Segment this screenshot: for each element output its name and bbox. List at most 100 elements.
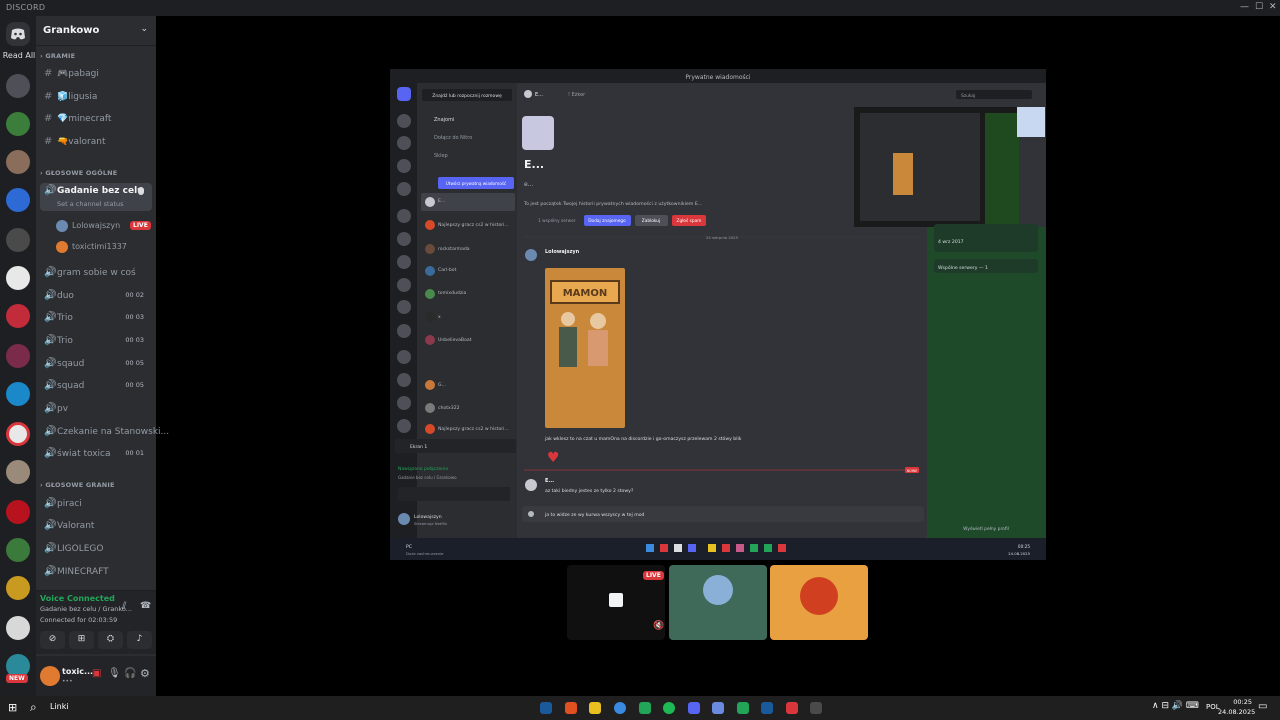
voice-channel-active[interactable]: 🔊 Gadanie bez celu Set a channel status [40,183,152,211]
close-button[interactable]: ✕ [1269,2,1277,12]
activity-button[interactable]: ⛭ [98,631,123,649]
channel-status[interactable]: Set a channel status [57,200,124,208]
disconnect-icon[interactable]: ☎ [140,601,151,611]
tray-icons[interactable]: ∧ ⊟ 🔊 ⌨ [1152,701,1199,711]
voice-time: Connected for 02:03:59 [40,616,118,624]
category-glosowe-ogolne[interactable]: › GŁOSOWE OGÓLNE [40,169,117,177]
folder-icon[interactable] [589,702,601,714]
server-icon[interactable] [6,150,30,174]
voice-channel[interactable]: 🔊 Czekanie na Stanowski... [40,424,169,440]
xbox-icon[interactable] [737,702,749,714]
voice-connected-label[interactable]: Voice Connected [40,594,115,603]
chevron-down-icon[interactable]: ⌄ [140,24,148,34]
server-icon[interactable] [6,344,30,368]
server-icon[interactable] [6,112,30,136]
gear-icon[interactable]: ⚙ [140,667,150,680]
server-icon[interactable] [6,422,30,446]
shared-screen[interactable]: Prywatne wiadomości Znajdź lub rozpoczni… [390,69,1046,560]
avatar[interactable] [40,666,60,686]
window-titlebar: DISCORD — ☐ ✕ [0,0,1280,16]
noise-suppression-icon[interactable]: ⫽ [122,601,126,612]
voice-panel: Voice Connected Gadanie bez celu / Grank… [36,590,156,654]
steam-icon[interactable] [540,702,552,714]
text-channel[interactable]: # 🎮pabagi [40,66,152,82]
maximize-button[interactable]: ☐ [1255,2,1263,12]
clock-date[interactable]: 24.08.2025 [1218,708,1255,716]
text-channel[interactable]: # 🧊ligusia [40,89,152,105]
server-icon[interactable] [6,500,30,524]
spotify-icon[interactable] [663,702,675,714]
voice-channel[interactable]: 🔊 Trio 00 03 [40,310,152,326]
server-icon[interactable] [6,266,30,290]
soundboard-button[interactable]: ♪ [127,631,152,649]
username[interactable]: toxic... [62,667,93,676]
brave-icon[interactable] [565,702,577,714]
voice-channel[interactable]: 🔊 Trio 00 03 [40,333,152,349]
voice-channel[interactable]: 🔊 pv [40,401,152,417]
guild-name: Grankowo [43,25,100,36]
svg-text:MAMON: MAMON [563,288,608,299]
category-gramie[interactable]: › GRAMIE [40,52,75,60]
voice-channel[interactable]: 🔊 piraci [40,496,152,512]
svg-text:Wspólne serwery — 1: Wspólne serwery — 1 [938,264,988,271]
voice-channel[interactable]: 🔊 squad 00 05 [40,378,152,394]
server-rail: Read All NEW [0,16,36,696]
server-icon[interactable] [6,304,30,328]
server-icon[interactable] [6,576,30,600]
svg-text:Gadanie bez celu / Grankowo: Gadanie bez celu / Grankowo [398,475,457,480]
server-icon[interactable] [6,538,30,562]
chat-bubble-icon[interactable] [138,187,144,195]
app-icon[interactable] [810,702,822,714]
voice-channel[interactable]: 🔊 duo 00 02 [40,288,152,304]
taskbar-search-label[interactable]: Linki [50,702,69,711]
steam-icon[interactable] [761,702,773,714]
text-channel[interactable]: # 🔫valorant [40,134,152,150]
taskbar: ⊞ ⌕ Linki ∧ ⊟ 🔊 ⌨ POL 00:25 24.08.2025 ▭ [0,696,1280,720]
search-icon[interactable]: ⌕ [30,700,37,715]
chrome-icon[interactable] [614,702,626,714]
mute-icon[interactable]: 🔇 [653,621,664,631]
live-badge: LIVE [643,571,664,580]
svg-text:Znajdź lub rozpocznij rozmowę: Znajdź lub rozpocznij rozmowę [432,92,502,99]
voice-channel[interactable]: 🔊 Valorant [40,518,152,534]
user-panel: toxic... ••• ▣ 🎙 🎧 ⚙ [36,656,156,696]
headphones-icon[interactable]: 🎧 [124,668,136,679]
participant-tile[interactable] [669,565,767,640]
nvidia-icon[interactable] [639,702,651,714]
read-all-button[interactable]: Read All [2,51,36,60]
channel-sidebar: Grankowo ⌄ › GRAMIE # 🎮pabagi # 🧊ligusia #… [36,16,169,696]
voice-channel-name[interactable]: Gadanie bez celu / Granko... [40,605,132,613]
discord-home-icon[interactable] [6,22,30,46]
server-icon[interactable] [6,228,30,252]
server-icon[interactable] [6,616,30,640]
server-icon[interactable] [6,460,30,484]
avatar [56,241,68,253]
window-title: DISCORD [6,3,46,12]
voice-channel[interactable]: 🔊 MINECRAFT [40,564,152,580]
server-icon[interactable] [6,382,30,406]
guild-header[interactable]: Grankowo ⌄ [36,16,156,46]
windows-start-icon[interactable]: ⊞ [8,701,17,714]
category-glosowe-granie[interactable]: › GŁOSOWE GRANIE [40,481,115,489]
speaker-icon: 🔊 [44,185,57,196]
participant-tile[interactable] [770,565,868,640]
stream-icon[interactable]: ▣ [92,668,101,679]
svg-text:chotx322: chotx322 [438,405,460,411]
shared-screen-canvas: Prywatne wiadomości Znajdź lub rozpoczni… [390,69,1046,560]
server-icon[interactable] [6,74,30,98]
microphone-icon[interactable]: 🎙 [108,668,121,679]
notification-icon[interactable]: ▭ [1258,701,1267,712]
app-icon[interactable] [786,702,798,714]
server-icon[interactable] [6,188,30,212]
text-channel[interactable]: # 💎minecraft [40,111,152,127]
minimize-button[interactable]: — [1240,2,1249,12]
voice-channel[interactable]: 🔊 świat toxica 00 01 [40,446,152,462]
discord-icon[interactable] [688,702,700,714]
voice-channel[interactable]: 🔊 gram sobie w coś [40,265,152,281]
clock-time[interactable]: 00:25 [1224,698,1252,706]
camera-button[interactable]: ⊘ [40,631,65,649]
screen-share-button[interactable]: ⊞ [69,631,94,649]
voice-channel[interactable]: 🔊 sqaud 00 05 [40,356,152,372]
app-icon[interactable] [712,702,724,714]
voice-channel[interactable]: 🔊 LIGOLEGO [40,541,152,557]
